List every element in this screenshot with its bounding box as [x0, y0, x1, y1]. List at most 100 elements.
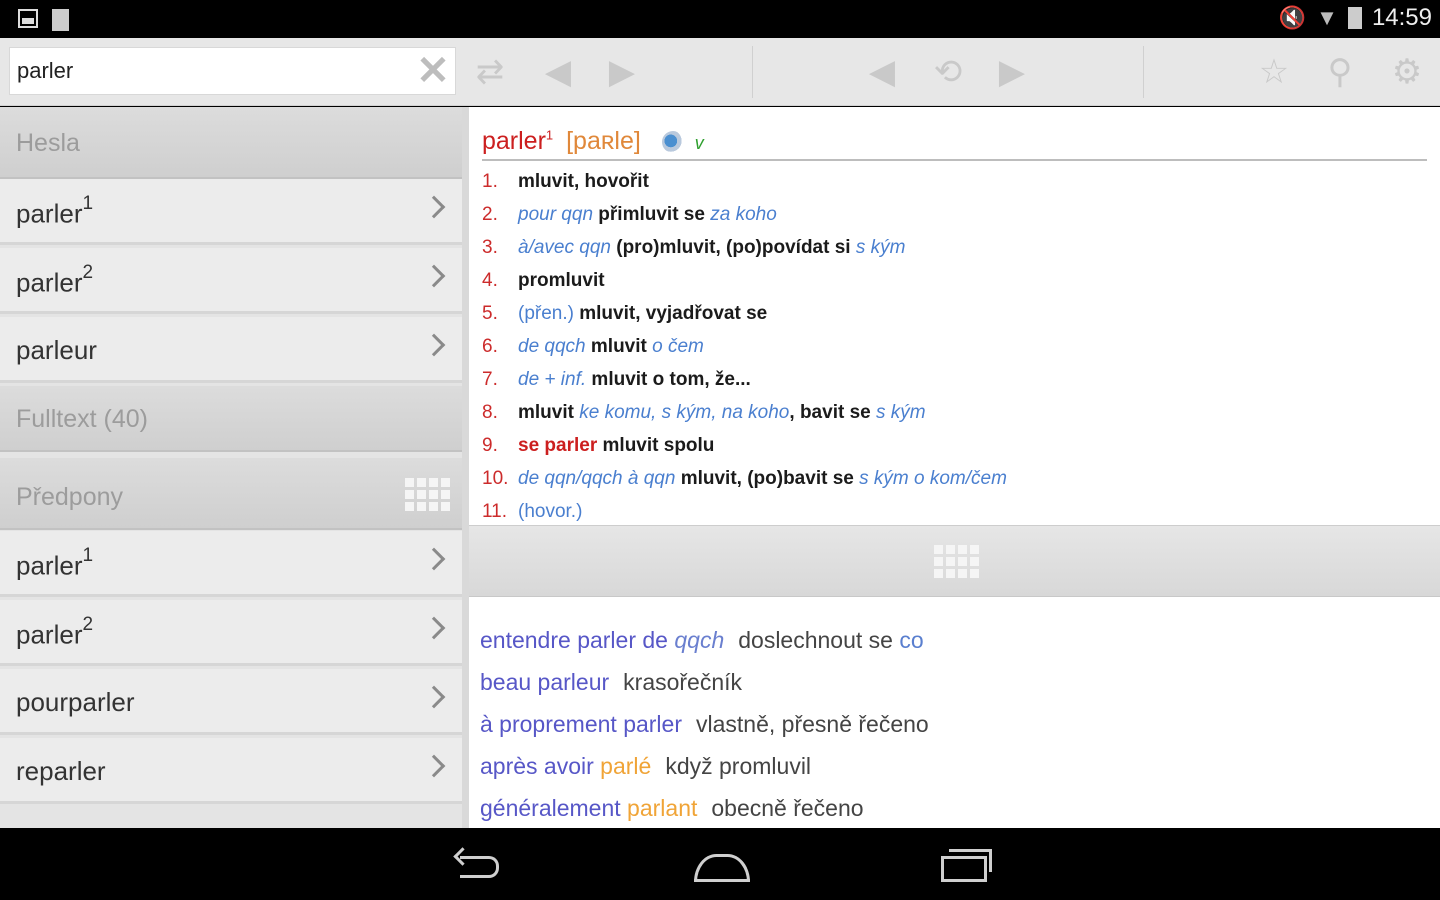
grid-icon[interactable] — [405, 478, 450, 511]
sense-text[interactable]: s kým o kom/čem — [859, 468, 1007, 489]
pronunciation: [paʀle] — [566, 127, 641, 155]
phrase-french: parlant — [627, 795, 698, 821]
phrase-czech: doslechnout se co — [738, 627, 923, 653]
sense-text: (hovor.) — [518, 501, 583, 522]
entry-header: parler1 [paʀle] v — [482, 127, 704, 156]
sense-item: 2. pour qqn přimluvit se za koho — [482, 198, 1427, 231]
entry-panel: parler1 [paʀle] v 1. mluvit, hovořit 2. pou… — [469, 107, 1440, 828]
phrase-item[interactable]: à proprement parler vlastně, přesně řečen… — [480, 703, 1430, 745]
sense-text[interactable]: se parler — [518, 435, 597, 456]
result-homonym-number: 1 — [82, 193, 94, 214]
sense-item: 11. (hovor.) — [482, 495, 1427, 528]
sense-text[interactable]: de qqn/qqch à qqn — [518, 468, 675, 489]
section-header-predpony: Předpony — [0, 458, 462, 530]
sense-text: přimluvit se — [598, 204, 705, 225]
phrase-list: entendre parler de qqch doslechnout se co… — [480, 619, 1430, 829]
sense-number: 1. — [482, 171, 498, 192]
prefix-item[interactable]: reparler — [0, 738, 462, 804]
search-input[interactable] — [17, 48, 407, 94]
result-item[interactable]: parleur — [0, 317, 462, 383]
sense-text[interactable]: pour qqn — [518, 204, 593, 225]
toolbar-divider — [1143, 46, 1144, 98]
image-notification-icon — [18, 9, 38, 28]
sense-number: 7. — [482, 369, 498, 390]
chevron-right-icon — [422, 333, 446, 357]
sense-text: mluvit o tom, že... — [591, 369, 751, 390]
phrase-czech-text: doslechnout se — [738, 627, 900, 653]
sense-item: 10. de qqn/qqch à qqn mluvit, (po)bavit s… — [482, 462, 1427, 495]
phrase-french: généralement — [480, 795, 628, 821]
history-back-icon[interactable]: ◀ — [862, 52, 902, 92]
next-icon[interactable]: ▶ — [602, 52, 642, 92]
status-left — [18, 9, 69, 31]
phrase-item[interactable]: beau parleur krasořečník — [480, 661, 1430, 703]
sense-number: 3. — [482, 237, 498, 258]
prefix-item[interactable]: parler1 — [0, 531, 462, 597]
sense-text[interactable]: à/avec qqn — [518, 237, 611, 258]
clear-icon[interactable]: ✕ — [415, 51, 451, 91]
sense-text[interactable]: de + inf. — [518, 369, 586, 390]
grid-icon[interactable] — [934, 545, 979, 578]
sense-number: 4. — [482, 270, 498, 291]
star-icon[interactable]: ☆ — [1254, 52, 1294, 92]
header-divider — [482, 159, 1427, 161]
recent-apps-icon[interactable] — [939, 846, 992, 882]
sense-text[interactable]: s kým — [876, 402, 926, 423]
phrase-czech-text: vlastně, přesně řečeno — [696, 711, 929, 737]
toolbar: ✕ ⇄ ◀ ▶ ◀ ⟲ ▶ ☆ ⚲ ⚙ — [0, 38, 1440, 106]
search-key-icon[interactable]: ⚲ — [1320, 52, 1360, 92]
sense-text: (přen.) — [518, 303, 574, 324]
prev-icon[interactable]: ◀ — [538, 52, 578, 92]
swap-icon[interactable]: ⇄ — [470, 52, 510, 92]
speaker-icon[interactable] — [661, 131, 684, 154]
phrase-french: après avoir — [480, 753, 601, 779]
result-homonym-number: 1 — [82, 545, 94, 566]
result-word: pourparler — [16, 687, 135, 717]
phrase-czech-text: krasořečník — [623, 669, 743, 695]
phrase-item[interactable]: entendre parler de qqch doslechnout se co — [480, 619, 1430, 661]
status-bar: 🔇 ▼ 14:59 — [0, 0, 1440, 38]
section-title: Předpony — [16, 483, 124, 511]
back-icon[interactable] — [452, 846, 502, 882]
headword-text: parler — [482, 127, 546, 155]
phrase-french: entendre parler de — [480, 627, 675, 653]
panel-divider[interactable] — [462, 107, 469, 828]
sense-text: (pro)mluvit, (po)povídat si — [616, 237, 851, 258]
sense-item: 9. se parler mluvit spolu — [482, 429, 1427, 462]
history-forward-icon[interactable]: ▶ — [992, 52, 1032, 92]
result-item[interactable]: parler1 — [0, 179, 462, 245]
sense-text: mluvit spolu — [602, 435, 715, 456]
part-of-speech: v — [694, 133, 704, 153]
home-icon[interactable] — [692, 846, 750, 882]
sense-number: 11. — [482, 501, 508, 522]
sense-text[interactable]: o čem — [652, 336, 704, 357]
section-header-fulltext[interactable]: Fulltext (40) — [0, 386, 462, 452]
phrase-item[interactable]: généralement parlant obecně řečeno — [480, 787, 1430, 829]
sense-item: 7. de + inf. mluvit o tom, že... — [482, 363, 1427, 396]
sense-text: mluvit, hovořit — [518, 171, 649, 192]
sense-text: promluvit — [518, 270, 605, 291]
sense-item: 8. mluvit ke komu, s kým, na koho, bavit … — [482, 396, 1427, 429]
prefix-item[interactable]: parler2 — [0, 600, 462, 666]
phrase-bar — [469, 525, 1440, 597]
settings-gear-icon[interactable]: ⚙ — [1387, 52, 1427, 92]
chevron-right-icon — [422, 264, 446, 288]
history-icon[interactable]: ⟲ — [928, 52, 968, 92]
sense-text[interactable]: de qqch — [518, 336, 586, 357]
prefix-item[interactable]: pourparler — [0, 669, 462, 735]
chevron-right-icon — [422, 616, 446, 640]
sense-text[interactable]: ke komu, s kým, na koho — [579, 402, 789, 423]
sense-number: 6. — [482, 336, 498, 357]
sense-text[interactable]: za koho — [710, 204, 777, 225]
phrase-czech-text: když promluvil — [665, 753, 812, 779]
sense-item: 4. promluvit — [482, 264, 1427, 297]
system-nav-bar — [0, 828, 1440, 900]
result-item[interactable]: parler2 — [0, 248, 462, 314]
sense-text[interactable]: s kým — [856, 237, 906, 258]
phrase-french: à proprement parler — [480, 711, 682, 737]
result-word: parler — [16, 267, 83, 298]
phrase-item[interactable]: après avoir parlé když promluvil — [480, 745, 1430, 787]
result-word: reparler — [16, 756, 106, 786]
phrase-czech: když promluvil — [665, 753, 811, 779]
phrase-czech: vlastně, přesně řečeno — [696, 711, 929, 737]
